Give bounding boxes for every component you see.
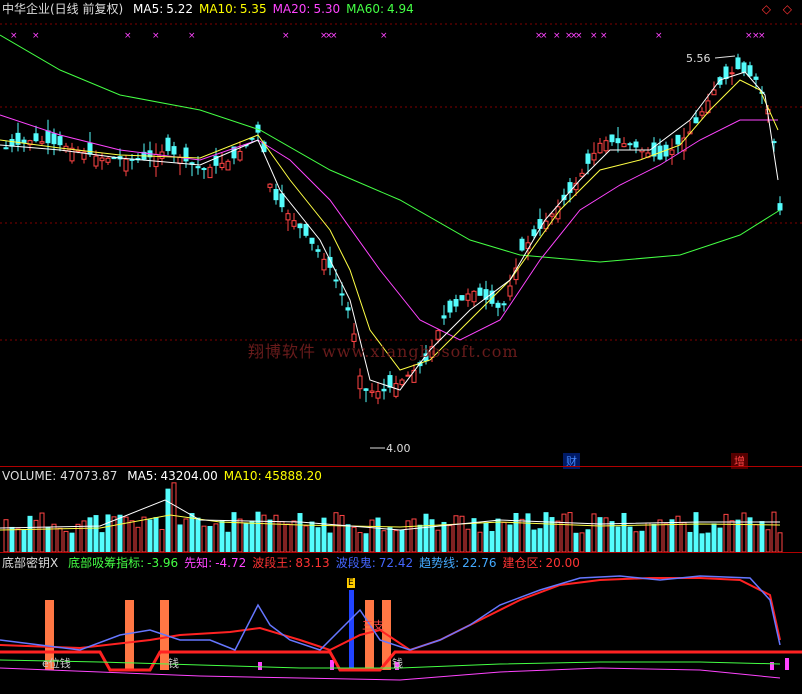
- indicator-bar: [785, 658, 789, 670]
- indicator-bar: [125, 600, 134, 670]
- indicator-bar: [770, 662, 774, 670]
- indicator-bar: [258, 662, 262, 670]
- indicator-text-3: 钱: [392, 657, 403, 670]
- indicator-bar: [365, 600, 374, 670]
- indicator-chart[interactable]: [0, 0, 802, 694]
- indicator-bar: [349, 590, 354, 670]
- indicator-text-5: E: [347, 578, 355, 588]
- indicator-text-4: 三支: [362, 619, 384, 632]
- indicator-text-2: 钱: [168, 657, 179, 670]
- indicator-text-1: e位钱: [42, 657, 71, 670]
